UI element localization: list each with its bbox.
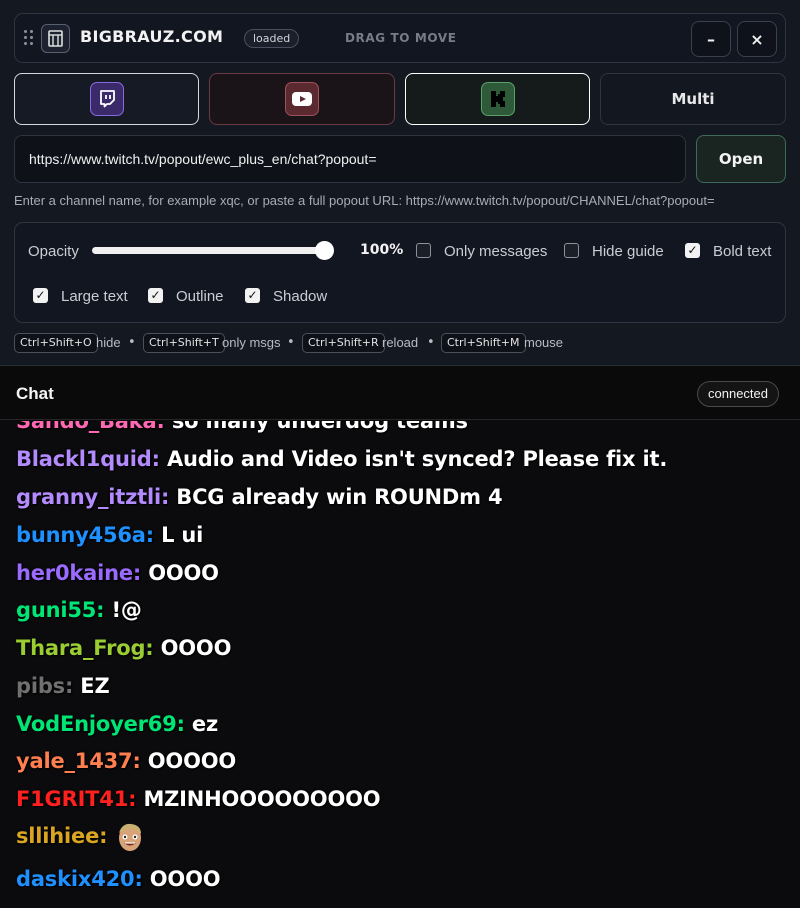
chat-text: ez xyxy=(191,712,218,736)
outline-label: Outline xyxy=(176,288,224,305)
chat-username[interactable]: F1GRIT41: xyxy=(16,787,137,811)
brand-logo-icon xyxy=(41,24,70,53)
chat-message: Blackl1quid: Audio and Video isn't synce… xyxy=(16,447,667,471)
kick-icon xyxy=(480,82,515,116)
drag-to-move-label: DRAG TO MOVE xyxy=(345,31,457,45)
separator-dot: • xyxy=(287,335,295,350)
outline-checkbox[interactable]: ✓ xyxy=(148,288,163,303)
chat-username[interactable]: guni55: xyxy=(16,598,105,622)
channel-url-input[interactable]: https://www.twitch.tv/popout/ewc_plus_en… xyxy=(14,135,686,183)
chat-message: daskix420: OOOO xyxy=(16,867,221,891)
chat-title: Chat xyxy=(16,384,54,403)
chat-text: so many underdog teams xyxy=(171,421,468,433)
chat-username[interactable]: sllihiee: xyxy=(16,824,108,848)
url-hint: Enter a channel name, for example xqc, o… xyxy=(14,193,715,208)
only-messages-checkbox[interactable] xyxy=(416,243,431,258)
chat-message: bunny456a: L ui xyxy=(16,523,203,547)
shortcut-key: Ctrl+Shift+R xyxy=(302,333,385,353)
shortcut-desc: reload xyxy=(382,335,419,350)
chat-message: her0kaine: OOOO xyxy=(16,561,219,585)
close-button[interactable]: × xyxy=(737,21,777,57)
only-messages-label: Only messages xyxy=(444,243,548,260)
drag-handle-icon[interactable] xyxy=(24,30,34,46)
face-emote-icon xyxy=(114,821,146,853)
chat-message: Thara_Frog: OOOO xyxy=(16,636,231,660)
chat-text: L ui xyxy=(161,523,204,547)
options-box: Opacity 100% Only messages Hide guide ✓ … xyxy=(14,222,786,323)
chat-username[interactable]: Sando_Baka: xyxy=(16,421,165,433)
chat-text: EZ xyxy=(80,674,110,698)
bold-text-checkbox[interactable]: ✓ xyxy=(685,243,700,258)
connection-status-badge: connected xyxy=(697,381,779,407)
chat-text: MZINHOOOOOOOOO xyxy=(143,787,381,811)
separator-dot: • xyxy=(128,335,136,350)
chat-header: Chat connected xyxy=(0,366,800,420)
separator-dot: • xyxy=(427,335,435,350)
chat-message: VodEnjoyer69: ez xyxy=(16,712,218,736)
chat-message: guni55: !@ xyxy=(16,598,142,622)
chat-username[interactable]: yale_1437: xyxy=(16,749,141,773)
hide-guide-label: Hide guide xyxy=(592,243,664,260)
chat-text: OOOO xyxy=(149,867,221,891)
shortcut-key: Ctrl+Shift+O xyxy=(14,333,98,353)
opacity-label: Opacity xyxy=(28,243,79,260)
shortcut-desc: only msgs xyxy=(222,335,281,350)
twitch-platform-button[interactable] xyxy=(14,73,199,125)
chat-text: OOOO xyxy=(160,636,232,660)
twitch-icon xyxy=(89,82,124,116)
shortcut-key: Ctrl+Shift+M xyxy=(441,333,526,353)
chat-messages[interactable]: Sando_Baka: so many underdog teams Black… xyxy=(0,421,800,908)
chat-username[interactable]: pibs: xyxy=(16,674,73,698)
shortcut-key: Ctrl+Shift+T xyxy=(143,333,225,353)
youtube-icon xyxy=(285,82,319,116)
chat-message: granny_itztli: BCG already win ROUNDm 4 xyxy=(16,485,503,509)
hide-guide-checkbox[interactable] xyxy=(564,243,579,258)
control-panel: BIGBRAUZ.COM loaded DRAG TO MOVE – × Mul… xyxy=(0,0,800,366)
chat-username[interactable]: Thara_Frog: xyxy=(16,636,154,660)
opacity-slider-knob[interactable] xyxy=(315,241,334,260)
chat-username[interactable]: her0kaine: xyxy=(16,561,141,585)
open-button[interactable]: Open xyxy=(696,135,786,183)
chat-message: pibs: EZ xyxy=(16,674,110,698)
chat-message: F1GRIT41: MZINHOOOOOOOOO xyxy=(16,787,381,811)
minimize-button[interactable]: – xyxy=(691,21,731,57)
chat-text: BCG already win ROUNDm 4 xyxy=(176,485,503,509)
large-text-checkbox[interactable]: ✓ xyxy=(33,288,48,303)
shadow-label: Shadow xyxy=(273,288,328,305)
kick-platform-button[interactable] xyxy=(405,73,590,125)
shortcut-desc: mouse xyxy=(524,335,564,350)
chat-text: Audio and Video isn't synced? Please fix… xyxy=(166,447,668,471)
bold-text-label: Bold text xyxy=(713,243,772,260)
chat-username[interactable]: daskix420: xyxy=(16,867,143,891)
opacity-slider[interactable] xyxy=(92,247,328,254)
chat-text: !@ xyxy=(111,598,142,622)
multi-platform-button[interactable]: Multi xyxy=(600,73,786,125)
chat-username[interactable]: Blackl1quid: xyxy=(16,447,160,471)
chat-username[interactable]: granny_itztli: xyxy=(16,485,169,509)
brand-title: BIGBRAUZ.COM xyxy=(80,27,224,46)
chat-text: OOOO xyxy=(148,561,219,585)
chat-message: Sando_Baka: so many underdog teams xyxy=(16,421,468,433)
large-text-label: Large text xyxy=(61,288,128,305)
status-badge: loaded xyxy=(244,29,300,48)
chat-message: sllihiee: xyxy=(16,821,146,853)
shadow-checkbox[interactable]: ✓ xyxy=(245,288,260,303)
chat-username[interactable]: VodEnjoyer69: xyxy=(16,712,185,736)
youtube-platform-button[interactable] xyxy=(209,73,395,125)
shortcut-desc: hide xyxy=(96,335,121,350)
opacity-value: 100% xyxy=(360,242,404,258)
chat-message: yale_1437: OOOOO xyxy=(16,749,236,773)
chat-username[interactable]: bunny456a: xyxy=(16,523,154,547)
title-bar[interactable]: BIGBRAUZ.COM loaded DRAG TO MOVE – × xyxy=(14,13,786,63)
chat-text: OOOOO xyxy=(147,749,237,773)
